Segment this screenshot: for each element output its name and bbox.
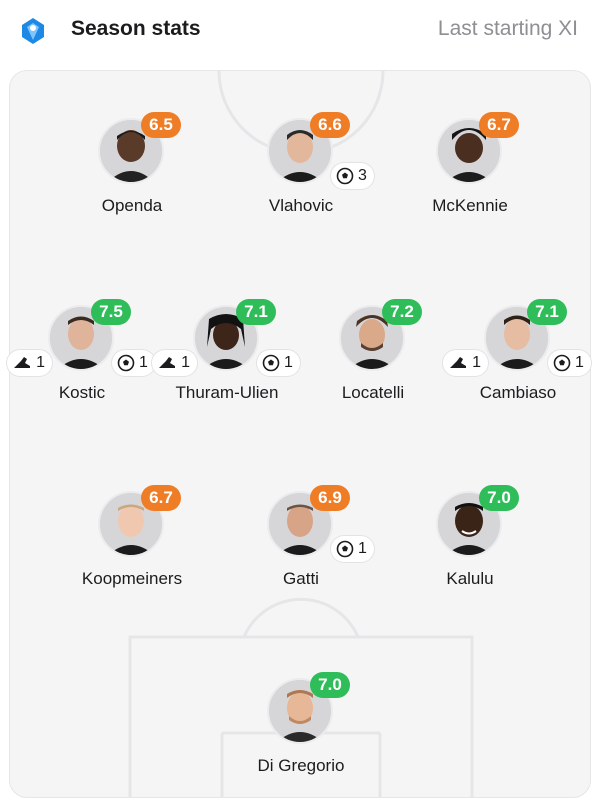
assist-boot-icon [450,357,467,368]
rating-badge: 7.5 [91,299,131,325]
goal-ball-icon [262,354,280,372]
player-card-gatti[interactable]: 6.9 1 Gatti [211,485,391,601]
assists-chip: 1 [152,350,197,376]
league-logo-icon [20,16,46,46]
assists-chip: 1 [7,350,52,376]
last-starting-xi-tab[interactable]: Last starting XI [438,17,578,41]
goal-ball-icon [336,167,354,185]
goals-count: 1 [358,540,367,557]
assists-count: 1 [181,354,190,371]
player-name: Koopmeiners [81,569,183,588]
assists-count: 1 [472,354,481,371]
player-card-di-gregorio[interactable]: 7.0 Di Gregorio [211,672,391,788]
player-name: Kalulu [446,569,494,588]
player-name: Vlahovic [268,196,334,215]
page-title: Season stats [71,17,201,40]
rating-badge: 6.7 [141,485,181,511]
player-name: Openda [101,196,163,215]
goal-ball-icon [117,354,135,372]
goal-ball-icon [336,540,354,558]
rating-badge: 7.2 [382,299,422,325]
assists-chip: 1 [443,350,488,376]
rating-badge: 6.7 [479,112,519,138]
assist-boot-icon [159,357,176,368]
rating-badge: 6.5 [141,112,181,138]
rating-badge: 6.6 [310,112,350,138]
goals-chip: 3 [331,163,374,189]
player-name: Di Gregorio [257,756,345,775]
assists-count: 1 [36,354,45,371]
player-card-openda[interactable]: 6.5 Openda [42,112,222,228]
assist-boot-icon [14,357,31,368]
player-name: Cambiaso [479,383,557,402]
rating-badge: 6.9 [310,485,350,511]
player-card-mckennie[interactable]: 6.7 McKennie [380,112,560,228]
rating-badge: 7.1 [527,299,567,325]
player-card-vlahovic[interactable]: 6.6 3 Vlahovic [211,112,391,228]
rating-badge: 7.0 [479,485,519,511]
player-name: McKennie [432,196,508,215]
player-name: Gatti [283,569,319,588]
goals-count: 3 [358,167,367,184]
header: Season stats Last starting XI [0,0,600,62]
player-card-koopmeiners[interactable]: 6.7 Koopmeiners [42,485,222,601]
goals-chip: 1 [331,536,374,562]
rating-badge: 7.1 [236,299,276,325]
player-card-kalulu[interactable]: 7.0 Kalulu [380,485,560,601]
player-card-cambiaso[interactable]: 7.1 1 1 Cambiaso [428,299,600,415]
goals-chip: 1 [548,350,591,376]
goals-count: 1 [575,354,584,371]
goal-ball-icon [553,354,571,372]
rating-badge: 7.0 [310,672,350,698]
